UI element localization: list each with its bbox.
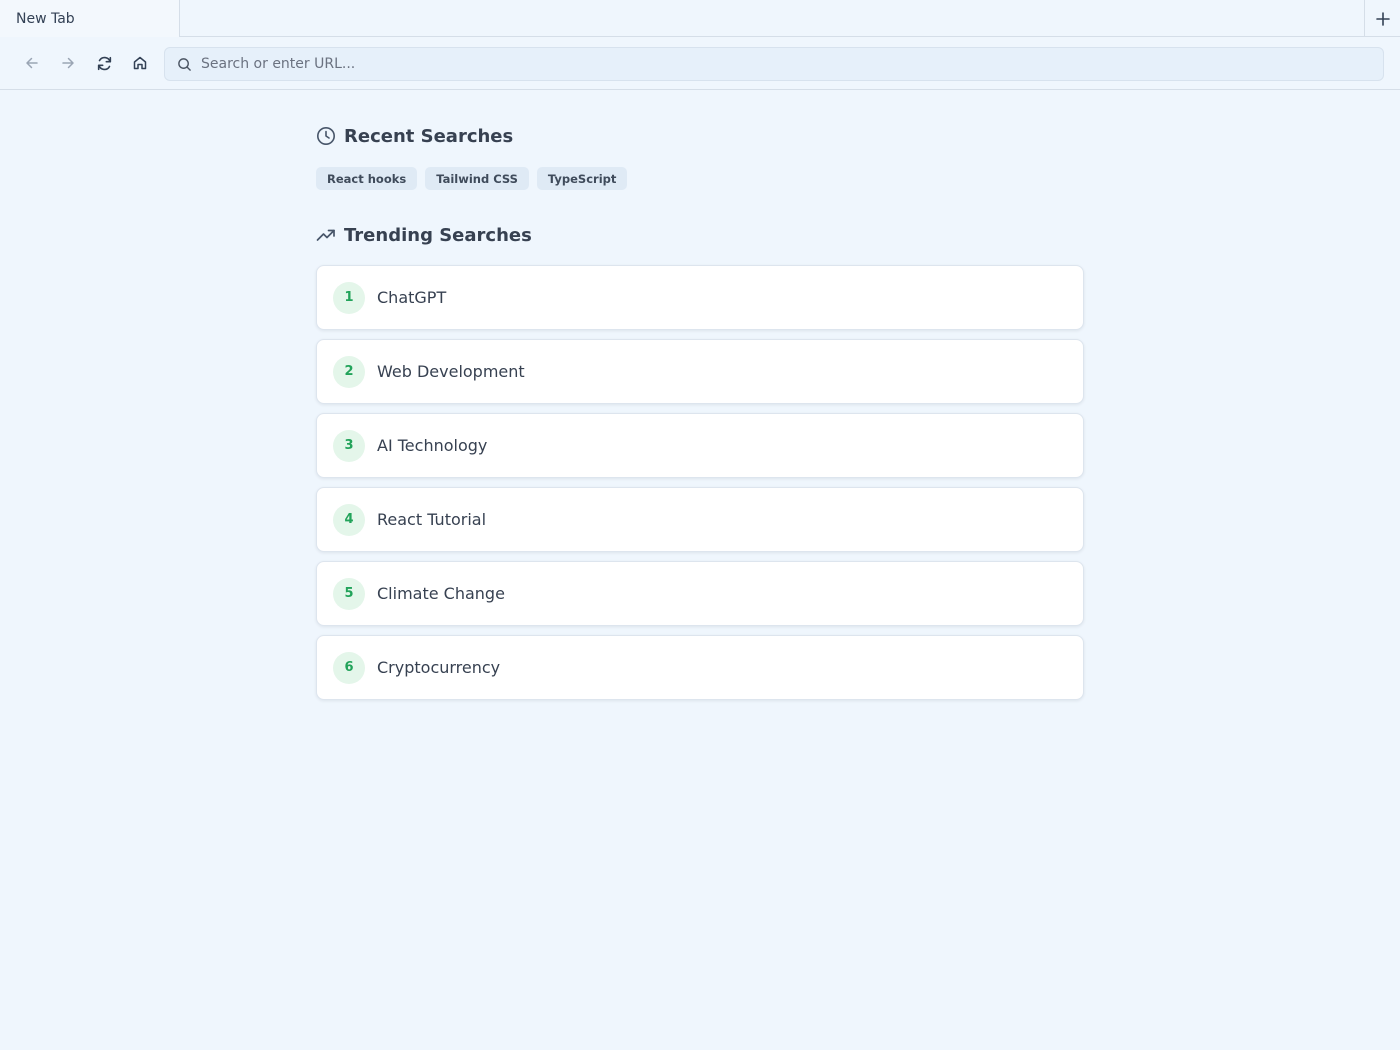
new-tab-button[interactable] [1364,0,1400,37]
trending-up-icon [316,229,335,241]
trending-item[interactable]: 1 ChatGPT [316,265,1084,330]
url-input[interactable] [201,56,1351,72]
recent-searches-title: Recent Searches [344,125,514,147]
address-bar[interactable] [164,47,1384,81]
trending-item-label: React Tutorial [377,510,487,529]
trending-searches-header: Trending Searches [316,223,1084,247]
new-tab-content: Recent Searches React hooks Tailwind CSS… [316,90,1084,709]
recent-searches-header: Recent Searches [316,124,1084,148]
trending-searches-list: 1 ChatGPT 2 Web Development 3 AI Technol… [316,265,1084,700]
recent-search-chip[interactable]: TypeScript [536,167,628,190]
tab-new-tab[interactable]: New Tab [0,0,180,37]
trending-item[interactable]: 4 React Tutorial [316,487,1084,552]
home-button[interactable] [128,51,152,75]
search-icon [178,57,191,71]
refresh-icon [97,56,111,70]
trending-item[interactable]: 6 Cryptocurrency [316,635,1084,700]
tab-bar: New Tab [0,0,1400,37]
recent-search-chip[interactable]: Tailwind CSS [425,167,529,190]
trending-item-label: Climate Change [377,584,505,603]
trending-item[interactable]: 2 Web Development [316,339,1084,404]
trending-item[interactable]: 5 Climate Change [316,561,1084,626]
back-button[interactable] [20,51,44,75]
navigation-toolbar [0,37,1400,90]
plus-icon [1375,11,1390,26]
trending-item[interactable]: 3 AI Technology [316,413,1084,478]
rank-badge: 3 [333,429,365,462]
arrow-left-icon [26,57,38,69]
rank-badge: 5 [333,577,365,610]
trending-item-label: Web Development [377,362,525,381]
recent-search-chip[interactable]: React hooks [316,167,418,190]
clock-icon [317,127,335,145]
reload-button[interactable] [92,51,116,75]
trending-item-label: Cryptocurrency [377,658,501,677]
rank-badge: 4 [333,503,365,536]
home-icon [133,56,147,70]
rank-badge: 6 [333,651,365,684]
rank-badge: 1 [333,281,365,314]
trending-searches-title: Trending Searches [344,224,532,246]
trending-item-label: ChatGPT [377,288,447,307]
arrow-right-icon [62,57,74,69]
forward-button[interactable] [56,51,80,75]
recent-searches-list: React hooks Tailwind CSS TypeScript [316,167,1084,190]
tab-label: New Tab [16,10,75,27]
trending-item-label: AI Technology [377,436,488,455]
rank-badge: 2 [333,355,365,388]
